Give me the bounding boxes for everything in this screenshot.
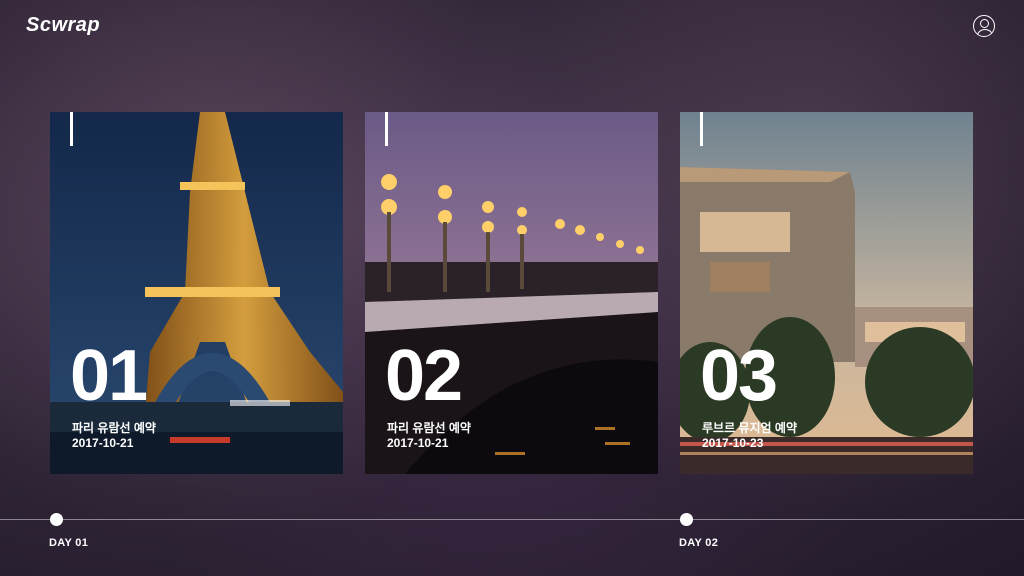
card-number: 02 — [385, 336, 463, 416]
app-logo[interactable]: Scwrap — [26, 14, 100, 37]
card-number: 01 — [70, 336, 148, 416]
reservation-card-02[interactable]: 02 파리 유람선 예약 2017-10-21 — [365, 112, 658, 474]
card-date: 2017-10-21 — [72, 436, 134, 450]
card-title: 루브르 뮤지엄 예약 — [702, 421, 797, 435]
reservation-card-01[interactable]: 01 파리 유람선 예약 2017-10-21 — [50, 112, 343, 474]
card-tick — [700, 112, 703, 146]
timeline-dot-day-01[interactable] — [50, 513, 63, 526]
user-circle-icon[interactable] — [973, 15, 995, 37]
card-tick — [70, 112, 73, 146]
card-date: 2017-10-21 — [387, 436, 449, 450]
card-tick — [385, 112, 388, 146]
card-date: 2017-10-23 — [702, 436, 764, 450]
card-number: 03 — [700, 336, 778, 416]
card-title: 파리 유람선 예약 — [72, 421, 156, 435]
reservation-card-03[interactable]: 03 루브르 뮤지엄 예약 2017-10-23 — [680, 112, 973, 474]
timeline-dot-day-02[interactable] — [680, 513, 693, 526]
timeline-line — [0, 519, 1024, 520]
day-label[interactable]: DAY 02 — [679, 537, 718, 549]
card-title: 파리 유람선 예약 — [387, 421, 471, 435]
day-label[interactable]: DAY 01 — [49, 537, 88, 549]
